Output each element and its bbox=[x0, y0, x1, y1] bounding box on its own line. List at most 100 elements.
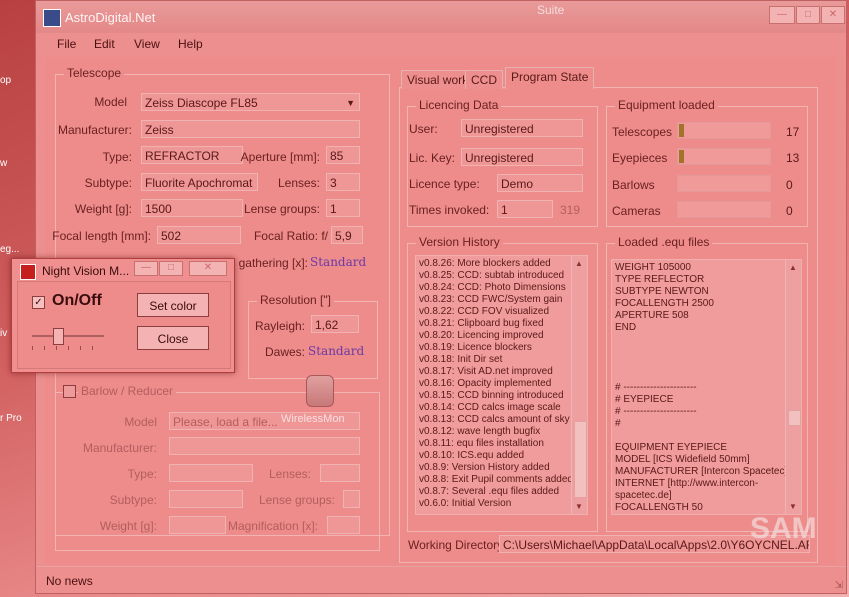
list-item[interactable]: TYPE REFLECTOR bbox=[612, 274, 801, 286]
list-item[interactable]: v0.8.22: CCD FOV visualized bbox=[416, 306, 587, 318]
opacity-slider[interactable] bbox=[32, 327, 104, 353]
list-item[interactable]: # ---------------------- bbox=[612, 382, 801, 394]
licence-type-field[interactable]: Demo bbox=[497, 174, 583, 192]
wirelessmon-desktop-icon[interactable]: WirelessMon bbox=[281, 375, 351, 425]
rayleigh-field[interactable]: 1,62 bbox=[311, 315, 359, 333]
menu-view[interactable]: View bbox=[134, 37, 160, 51]
title-bar[interactable]: AstroDigital.Net — □ ✕ bbox=[36, 1, 846, 33]
close-button[interactable]: ✕ bbox=[821, 6, 845, 24]
version-history-list[interactable]: v0.8.26: More blockers added v0.8.25: CCD… bbox=[415, 255, 588, 515]
type-field[interactable]: REFRACTOR bbox=[141, 146, 243, 164]
list-item[interactable]: # bbox=[612, 418, 801, 430]
menu-file[interactable]: File bbox=[57, 37, 76, 51]
list-item[interactable]: v0.8.11: equ files installation bbox=[416, 438, 587, 450]
list-item[interactable]: END bbox=[612, 322, 801, 334]
list-item[interactable]: v0.8.9: Version History added bbox=[416, 462, 587, 474]
user-field[interactable]: Unregistered bbox=[461, 119, 583, 137]
desktop-label[interactable]: eg... bbox=[0, 244, 19, 255]
scroll-down-icon[interactable]: ▼ bbox=[575, 502, 583, 511]
aperture-field[interactable]: 85 bbox=[326, 146, 360, 164]
list-item[interactable]: INTERNET [http://www.intercon- bbox=[612, 478, 801, 490]
lickey-field[interactable]: Unregistered bbox=[461, 148, 583, 166]
list-item[interactable] bbox=[612, 346, 801, 358]
list-item[interactable]: MANUFACTURER [Intercon Spacetec] bbox=[612, 466, 801, 478]
list-item[interactable]: MODEL [ICS Widefield 50mm] bbox=[612, 454, 801, 466]
list-item[interactable]: v0.8.20: Licencing improved bbox=[416, 330, 587, 342]
barlow-weight-field[interactable] bbox=[169, 516, 226, 534]
manufacturer-field[interactable]: Zeiss bbox=[141, 120, 360, 138]
list-item[interactable]: WEIGHT 105000 bbox=[612, 262, 801, 274]
desktop-label[interactable]: r Pro bbox=[0, 413, 22, 424]
minimize-button[interactable]: — bbox=[769, 6, 795, 24]
focal-length-field[interactable]: 502 bbox=[157, 226, 241, 244]
scroll-down-icon[interactable]: ▼ bbox=[789, 502, 797, 511]
list-item[interactable]: v0.8.13: CCD calcs amount of sky bbox=[416, 414, 587, 426]
list-item[interactable]: # ---------------------- bbox=[612, 406, 801, 418]
nv-minimize-button[interactable]: — bbox=[134, 261, 158, 276]
lense-groups-field[interactable]: 1 bbox=[326, 199, 360, 217]
lenses-field[interactable]: 3 bbox=[326, 173, 360, 191]
desktop-label[interactable]: iv bbox=[0, 328, 7, 339]
list-item[interactable]: v0.8.8: Exit Pupil comments added bbox=[416, 474, 587, 486]
list-item[interactable]: v0.8.24: CCD: Photo Dimensions bbox=[416, 282, 587, 294]
tab-ccd[interactable]: CCD bbox=[465, 70, 503, 89]
tab-visual-work[interactable]: Visual work bbox=[401, 70, 475, 89]
equ-files-list[interactable]: WEIGHT 105000 TYPE REFLECTOR SUBTYPE NEWTO… bbox=[611, 259, 802, 515]
weight-field[interactable]: 1500 bbox=[141, 199, 243, 217]
barlow-manufacturer-field[interactable] bbox=[169, 437, 360, 455]
nv-close-button[interactable]: ✕ bbox=[189, 261, 227, 276]
scroll-up-icon[interactable]: ▲ bbox=[575, 259, 583, 268]
list-item[interactable] bbox=[612, 358, 801, 370]
list-item[interactable]: v0.8.7: Several .equ files added bbox=[416, 486, 587, 498]
list-item[interactable]: EQUIPMENT EYEPIECE bbox=[612, 442, 801, 454]
barlow-checkbox[interactable] bbox=[63, 385, 76, 398]
list-item[interactable]: v0.8.21: Clipboard bug fixed bbox=[416, 318, 587, 330]
times-invoked-field[interactable]: 1 bbox=[497, 200, 553, 218]
list-item[interactable]: v0.8.25: CCD: subtab introduced bbox=[416, 270, 587, 282]
list-item[interactable] bbox=[612, 334, 801, 346]
list-item[interactable]: SUBTYPE NEWTON bbox=[612, 286, 801, 298]
barlow-lense-groups-field[interactable] bbox=[343, 490, 360, 508]
resize-grip-icon[interactable]: ⇲ bbox=[835, 580, 843, 591]
list-item[interactable]: v0.8.10: ICS.equ added bbox=[416, 450, 587, 462]
list-item[interactable]: v0.8.23: CCD FWC/System gain bbox=[416, 294, 587, 306]
close-nv-button[interactable]: Close bbox=[137, 326, 209, 350]
list-item[interactable]: # EYEPIECE bbox=[612, 394, 801, 406]
barlow-magnification-field[interactable] bbox=[327, 516, 360, 534]
menu-edit[interactable]: Edit bbox=[94, 37, 115, 51]
desktop-label[interactable]: op bbox=[0, 75, 11, 86]
onoff-checkbox[interactable]: ✓ bbox=[32, 296, 45, 309]
list-item[interactable]: v0.8.14: CCD calcs image scale bbox=[416, 402, 587, 414]
list-item[interactable]: v0.8.12: wave length bugfix bbox=[416, 426, 587, 438]
nv-maximize-button[interactable]: □ bbox=[159, 261, 183, 276]
list-item[interactable]: v0.8.26: More blockers added bbox=[416, 258, 587, 270]
equ-scrollbar[interactable]: ▲ ▼ bbox=[785, 260, 801, 514]
list-item[interactable]: v0.8.18: Init Dir set bbox=[416, 354, 587, 366]
maximize-button[interactable]: □ bbox=[796, 6, 820, 24]
list-item[interactable] bbox=[612, 430, 801, 442]
list-item[interactable]: spacetec.de] bbox=[612, 490, 801, 502]
list-item[interactable]: FOCALLENGTH 2500 bbox=[612, 298, 801, 310]
model-select[interactable]: Zeiss Diascope FL85 ▼ bbox=[141, 93, 360, 111]
desktop-label[interactable]: w bbox=[0, 158, 7, 169]
list-item[interactable]: v0.8.19: Licence blockers bbox=[416, 342, 587, 354]
list-item[interactable]: v0.8.16: Opacity implemented bbox=[416, 378, 587, 390]
list-item[interactable]: v0.6.0: Initial Version bbox=[416, 498, 587, 510]
slider-thumb[interactable] bbox=[53, 328, 64, 345]
version-scrollbar[interactable]: ▲ ▼ bbox=[571, 256, 587, 514]
list-item[interactable] bbox=[612, 370, 801, 382]
set-color-button[interactable]: Set color bbox=[137, 293, 209, 317]
menu-help[interactable]: Help bbox=[178, 37, 203, 51]
scroll-up-icon[interactable]: ▲ bbox=[789, 263, 797, 272]
barlow-subtype-field[interactable] bbox=[169, 490, 243, 508]
user-label: User: bbox=[409, 122, 438, 136]
tab-program-state[interactable]: Program State bbox=[505, 67, 595, 89]
barlow-lenses-field[interactable] bbox=[320, 464, 360, 482]
equ-scroll-thumb[interactable] bbox=[788, 410, 801, 426]
barlow-type-field[interactable] bbox=[169, 464, 253, 482]
list-item[interactable]: v0.8.15: CCD binning introduced bbox=[416, 390, 587, 402]
list-item[interactable]: APERTURE 508 bbox=[612, 310, 801, 322]
version-scroll-thumb[interactable] bbox=[574, 421, 587, 498]
list-item[interactable]: v0.8.17: Visit AD.net improved bbox=[416, 366, 587, 378]
focal-ratio-field[interactable]: 5,9 bbox=[331, 226, 363, 244]
